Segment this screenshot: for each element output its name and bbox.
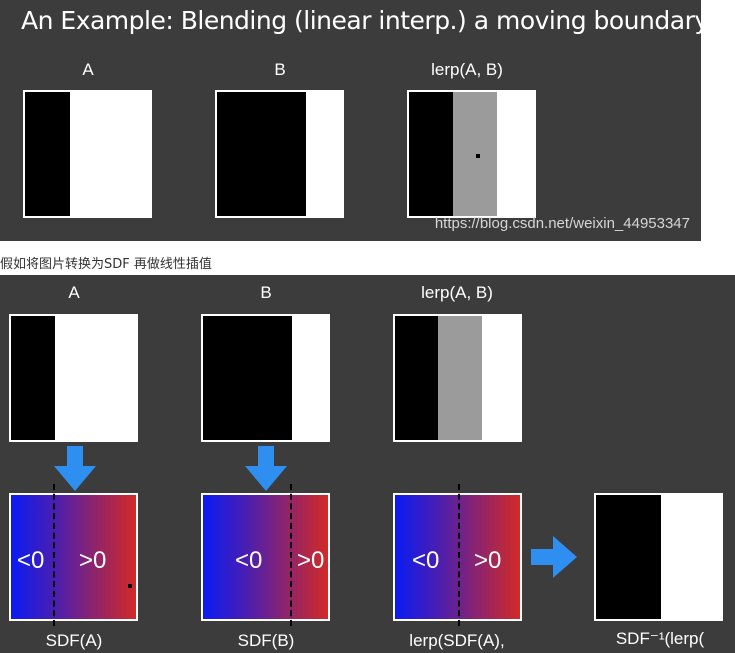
image-a-white-region xyxy=(70,92,150,216)
image-b-white-region xyxy=(306,92,342,216)
image-a xyxy=(23,90,152,218)
image-b xyxy=(201,314,330,442)
negative-sign-label: <0 xyxy=(235,547,263,574)
sdf-a-label: SDF(A) xyxy=(45,631,103,650)
image-result-white-region xyxy=(661,495,721,619)
sdf-lerp-label: lerp(SDF(A), xyxy=(409,631,505,650)
slide-bottom: A B lerp(A, B) <0 >0 <0 >0 <0 >0 SDF(A) … xyxy=(0,275,735,653)
sdf-b: <0 >0 xyxy=(201,484,330,626)
negative-sign-label: <0 xyxy=(17,547,45,574)
image-lerp-white-region xyxy=(482,316,520,440)
sdf-lerp: <0 >0 xyxy=(393,484,522,626)
negative-sign-label: <0 xyxy=(412,547,440,574)
zero-boundary-line xyxy=(458,484,460,626)
label-b: B xyxy=(260,283,272,302)
label-lerp: lerp(A, B) xyxy=(431,60,503,79)
image-lerp-white-region xyxy=(497,92,534,216)
label-a: A xyxy=(68,283,80,302)
label-b: B xyxy=(274,60,286,79)
inverse-sdf-label: SDF⁻¹(lerp( xyxy=(615,629,705,648)
watermark: https://blog.csdn.net/weixin_44953347 xyxy=(434,215,690,232)
label-lerp: lerp(A, B) xyxy=(421,283,493,302)
positive-sign-label: >0 xyxy=(297,547,325,574)
image-lerp xyxy=(407,90,536,218)
arrow-down-icon xyxy=(54,446,96,491)
mouse-cursor-icon xyxy=(128,584,132,588)
label-a: A xyxy=(82,60,94,79)
mouse-cursor-icon xyxy=(476,154,480,158)
image-a-white-region xyxy=(55,316,136,440)
image-b xyxy=(215,90,344,218)
caption-text: 假如将图片转换为SDF 再做线性插值 xyxy=(0,257,212,272)
positive-sign-label: >0 xyxy=(474,547,502,574)
image-lerp-gray-region xyxy=(438,316,482,440)
image-lerp xyxy=(393,314,522,442)
zero-boundary-line xyxy=(290,484,292,626)
arrow-down-icon xyxy=(245,446,287,491)
slide-top: An Example: Blending (linear interp.) a … xyxy=(0,0,709,241)
image-a xyxy=(9,314,138,442)
slide-title: An Example: Blending (linear interp.) a … xyxy=(21,6,709,35)
sdf-b-label: SDF(B) xyxy=(237,631,295,650)
image-lerp-gray-region xyxy=(453,92,497,216)
zero-boundary-line xyxy=(53,484,55,626)
image-b-white-region xyxy=(292,316,328,440)
sdf-a: <0 >0 xyxy=(9,484,138,626)
arrow-right-icon xyxy=(531,536,577,578)
positive-sign-label: >0 xyxy=(79,547,107,574)
image-result xyxy=(594,493,723,621)
